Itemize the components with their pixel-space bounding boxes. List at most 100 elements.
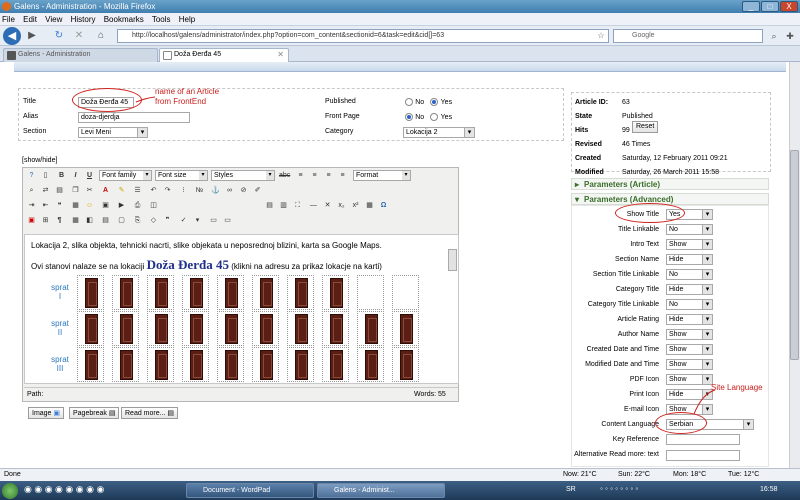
door-image[interactable] [155, 350, 168, 380]
align-justify-icon[interactable]: ≡ [337, 170, 348, 181]
editor-scroll-thumb[interactable] [448, 249, 457, 271]
tab-administration[interactable]: Galens - Administration [3, 48, 158, 62]
stop-icon[interactable]: ✕ [72, 29, 86, 43]
superscript-icon[interactable]: x² [350, 200, 361, 211]
bold-icon[interactable]: B [56, 170, 67, 181]
door-image[interactable] [330, 314, 343, 344]
html-icon[interactable]: ◇ [148, 215, 159, 226]
rtl-icon[interactable]: ▭ [222, 215, 233, 226]
alias-field[interactable]: doza-djerdja [78, 112, 190, 123]
style-props-icon[interactable]: ▦ [70, 215, 81, 226]
align-right-icon[interactable]: ≡ [323, 170, 334, 181]
menu-tools[interactable]: Tools [152, 15, 171, 24]
task-firefox[interactable]: Galens - Administ... [317, 483, 445, 498]
reset-hits-button[interactable]: Reset [632, 121, 659, 133]
cleanup-icon[interactable]: ✐ [252, 185, 263, 196]
parameters-advanced-header[interactable]: ▾ Parameters (Advanced) [571, 193, 769, 205]
param-select[interactable]: Hide [666, 314, 713, 325]
show-hide-toggle[interactable]: [show/hide] [22, 157, 57, 164]
paste-icon[interactable]: ▤ [54, 185, 65, 196]
parameters-article-header[interactable]: ▸ Parameters (Article) [571, 178, 769, 190]
pagebreak-button[interactable]: Pagebreak ▤ [69, 407, 120, 419]
addon-icon[interactable]: ✚ [783, 29, 797, 43]
frontpage-no-radio[interactable] [405, 112, 413, 121]
insert-table-icon[interactable]: ▦ [70, 200, 81, 211]
door-image[interactable] [85, 278, 98, 308]
menu-edit[interactable]: Edit [23, 15, 37, 24]
task-wordpad[interactable]: Document - WordPad [186, 483, 314, 498]
replace-icon[interactable]: ⇄ [40, 185, 51, 196]
format-select[interactable]: Format [353, 170, 411, 181]
fullscreen-icon[interactable]: ⛶ [292, 200, 303, 211]
copy-icon[interactable]: ❐ [70, 185, 81, 196]
anchor-icon[interactable]: ⚓ [210, 185, 221, 196]
door-image[interactable] [295, 314, 308, 344]
param-select[interactable]: No [666, 299, 713, 310]
text-color-icon[interactable]: A [100, 185, 111, 196]
font-family-select[interactable]: Font family [99, 170, 152, 181]
editor-content-area[interactable]: Lokacija 2, slika objekta, tehnicki nacr… [24, 234, 459, 384]
indent-icon[interactable]: ⇥ [26, 200, 37, 211]
door-image[interactable] [260, 314, 273, 344]
door-image[interactable] [155, 278, 168, 308]
door-image[interactable] [190, 314, 203, 344]
smiley-icon[interactable]: ☺ [84, 200, 95, 211]
help-icon[interactable]: ? [26, 170, 37, 181]
back-button[interactable]: ◀ [3, 27, 21, 45]
insert-layer-icon[interactable]: ▣ [26, 215, 37, 226]
door-image[interactable] [330, 278, 343, 308]
door-image[interactable] [225, 350, 238, 380]
paragraph-icon[interactable]: ¶ [54, 215, 65, 226]
door-image[interactable] [365, 314, 378, 344]
language-indicator[interactable]: SR [566, 486, 576, 493]
minimize-button[interactable]: _ [742, 1, 760, 12]
category-select[interactable]: Lokacija 2 [403, 127, 475, 138]
door-image[interactable] [260, 350, 273, 380]
door-image[interactable] [120, 278, 133, 308]
door-image[interactable] [295, 350, 308, 380]
italic-icon[interactable]: I [70, 170, 81, 181]
close-button[interactable]: X [780, 1, 798, 12]
param-select[interactable]: Show [666, 239, 713, 250]
maximize-button[interactable]: □ [761, 1, 779, 12]
align-center-icon[interactable]: ≡ [309, 170, 320, 181]
tab-close-icon[interactable]: ✕ [277, 50, 284, 59]
param-select[interactable]: Hide [666, 254, 713, 265]
bookmark-star-icon[interactable]: ☆ [594, 29, 608, 43]
align-left-icon[interactable]: ≡ [295, 170, 306, 181]
param-select[interactable]: Show [666, 374, 713, 385]
door-image[interactable] [260, 278, 273, 308]
styles-select[interactable]: Styles [211, 170, 275, 181]
unlink-icon[interactable]: ⊘ [238, 185, 249, 196]
door-image[interactable] [120, 350, 133, 380]
door-image[interactable] [400, 314, 413, 344]
param-select[interactable]: No [666, 224, 713, 235]
del-icon[interactable]: ▾ [192, 215, 203, 226]
bullet-list-icon[interactable]: ⁝ [178, 185, 189, 196]
underline-icon[interactable]: U [84, 170, 95, 181]
tab-article[interactable]: Doža Đerđa 45 ✕ [159, 48, 289, 62]
attribs-icon[interactable]: ◧ [84, 215, 95, 226]
redo-icon[interactable]: ↷ [162, 185, 173, 196]
media-icon[interactable]: ▶ [116, 200, 127, 211]
outdent-icon[interactable]: ⇤ [40, 200, 51, 211]
strikethrough-icon[interactable]: abc [279, 170, 290, 181]
door-image[interactable] [295, 278, 308, 308]
param-select[interactable]: Hide [666, 284, 713, 295]
ltr-icon[interactable]: ▭ [208, 215, 219, 226]
key-reference-input[interactable] [666, 434, 740, 445]
undo-icon[interactable]: ↶ [148, 185, 159, 196]
column-icon[interactable]: ▥ [278, 200, 289, 211]
door-image[interactable] [365, 350, 378, 380]
numbered-list-icon[interactable]: № [194, 185, 205, 196]
frontpage-yes-radio[interactable] [430, 112, 439, 121]
start-button[interactable] [2, 483, 18, 499]
pagebreak-icon[interactable]: ⎘ [132, 215, 143, 226]
cut-icon[interactable]: ✂ [84, 185, 95, 196]
visual-aid-icon[interactable]: ▦ [364, 200, 375, 211]
url-bar[interactable]: http://localhost/galens/administrator/in… [117, 29, 609, 43]
section-select[interactable]: Levi Meni [78, 127, 148, 138]
template-icon[interactable]: ▤ [100, 215, 111, 226]
abs-position-icon[interactable]: ⊞ [40, 215, 51, 226]
print-icon[interactable]: ⎙ [132, 200, 143, 211]
